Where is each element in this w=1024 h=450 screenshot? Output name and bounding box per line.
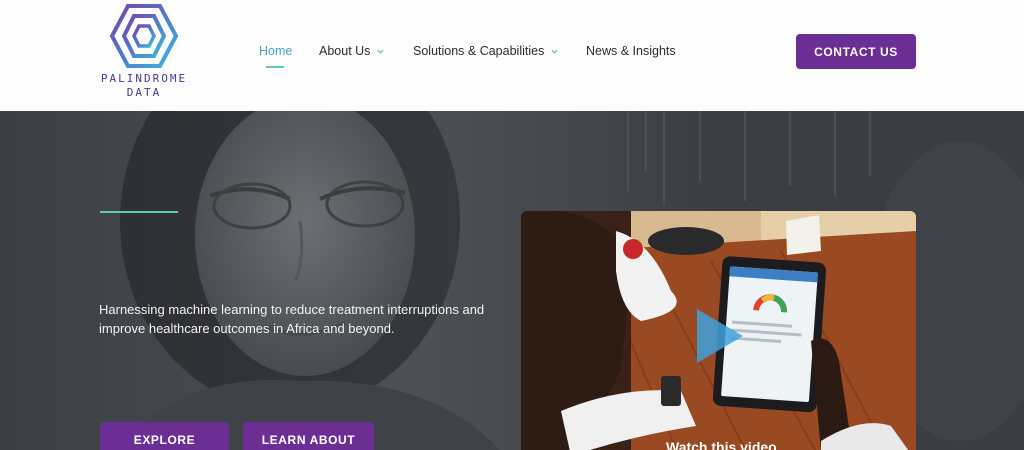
learn-about-button[interactable]: LEARN ABOUT [243, 422, 374, 450]
nav-item-home[interactable]: Home [259, 44, 293, 68]
logo-name-line2: DATA [126, 86, 162, 99]
logo-name-line1: PALINDROME [100, 72, 188, 85]
nav-item-solutions[interactable]: Solutions & Capabilities [413, 44, 558, 58]
hero-accent-line [100, 211, 178, 213]
chevron-down-icon [377, 49, 384, 54]
nav-item-news-insights[interactable]: News & Insights [586, 44, 676, 58]
video-thumbnail[interactable]: Watch this video [521, 211, 916, 450]
video-caption: Watch this video [666, 439, 777, 450]
nav-home-label: Home [259, 44, 293, 58]
nav-solutions-label: Solutions & Capabilities [413, 44, 545, 58]
hexagon-logo-icon [109, 4, 179, 68]
site-header: PALINDROME DATA Home About Us Solutions … [0, 0, 1024, 111]
contact-us-button[interactable]: CONTACT US [796, 34, 916, 69]
logo-wordmark: PALINDROME DATA [98, 72, 190, 100]
active-nav-indicator [266, 66, 284, 68]
logo[interactable]: PALINDROME DATA [98, 4, 190, 104]
hero-tagline: Harnessing machine learning to reduce tr… [99, 302, 485, 336]
explore-button[interactable]: EXPLORE [100, 422, 229, 450]
hero-section: Harnessing machine learning to reduce tr… [0, 111, 1024, 450]
chevron-down-icon [551, 49, 558, 54]
nav-about-label: About Us [319, 44, 371, 58]
nav-item-about-us[interactable]: About Us [319, 44, 384, 58]
nav-news-label: News & Insights [586, 44, 676, 58]
play-icon[interactable] [693, 307, 745, 365]
